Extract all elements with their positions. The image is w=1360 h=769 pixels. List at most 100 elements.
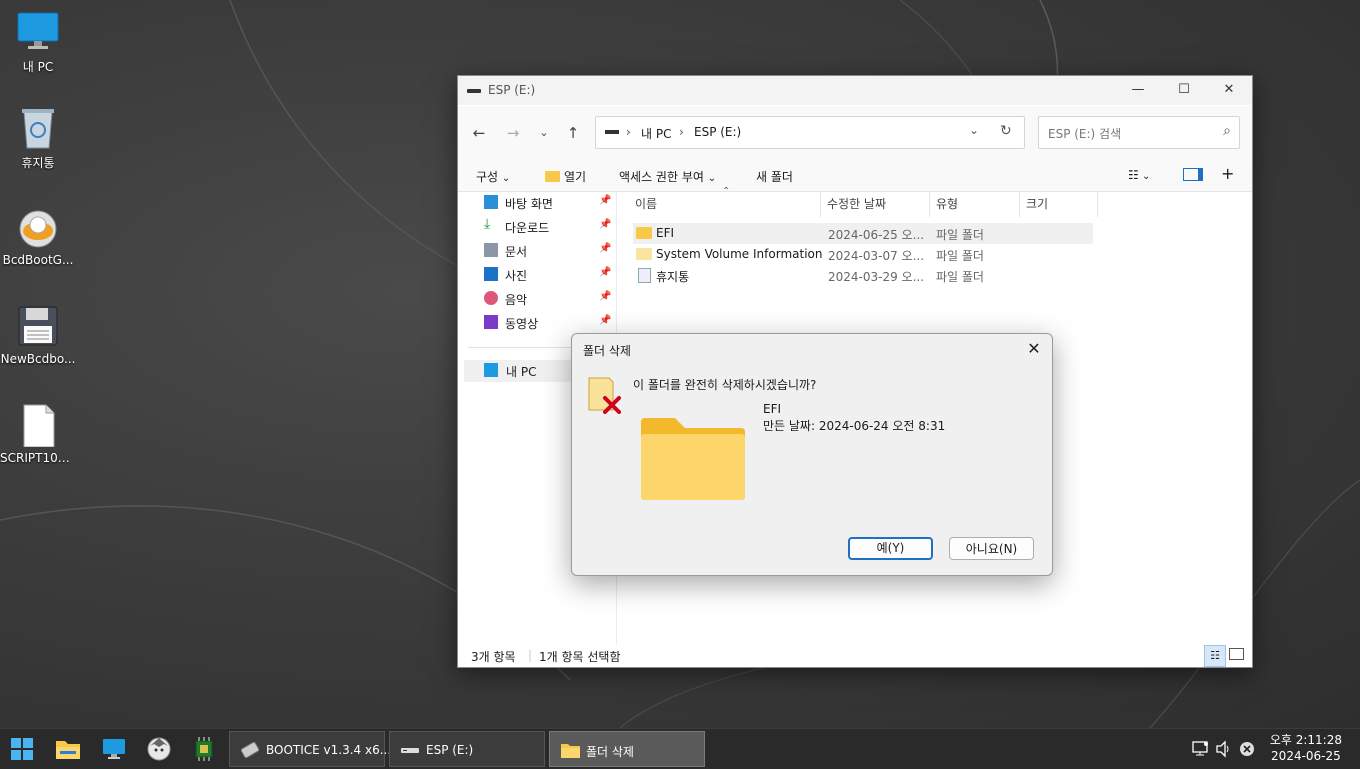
- desktop-icon: [484, 195, 498, 209]
- chevron-down-icon: ⌄: [1138, 171, 1151, 182]
- desktop-icon-script[interactable]: SCRIPT101...: [0, 403, 76, 465]
- close-button[interactable]: ✕: [1206, 76, 1252, 105]
- nav-item-label: 다운로드: [505, 221, 550, 235]
- command-bar: 구성 ⌄ 열기 액세스 권한 부여 ⌄ 새 폴더 ☷ ⌄ +: [458, 160, 1252, 192]
- clock-date: 2024-06-25: [1271, 749, 1341, 763]
- start-button[interactable]: [8, 735, 36, 763]
- drive-icon: [605, 130, 619, 134]
- taskbar-this-pc[interactable]: [100, 735, 128, 763]
- column-header-name[interactable]: 이름: [629, 192, 821, 217]
- recycle-bin-icon: [16, 106, 60, 150]
- nav-item-downloads[interactable]: ⤓ 다운로드 📌: [482, 216, 614, 238]
- taskbar-window-bootice[interactable]: BOOTICE v1.3.4 x6...: [229, 731, 391, 767]
- breadcrumb-separator-icon: ›: [626, 125, 631, 139]
- nav-item-label: 음악: [505, 293, 528, 307]
- taskbar-app-anime[interactable]: [145, 735, 173, 763]
- desktop-icon-bcdbootgui[interactable]: BcdBootG...: [0, 205, 76, 267]
- dialog-close-button[interactable]: ✕: [1022, 337, 1046, 361]
- column-header-modified[interactable]: 수정한 날짜: [821, 192, 930, 217]
- title-bar[interactable]: ESP (E:) — ☐ ✕: [458, 76, 1252, 105]
- chip-icon: [195, 737, 213, 761]
- status-bar: 3개 항목 | 1개 항목 선택함 ☷: [458, 644, 1252, 667]
- yes-button[interactable]: 예(Y): [848, 537, 933, 560]
- nav-item-documents[interactable]: 문서 📌: [482, 240, 614, 262]
- breadcrumb-separator-icon: ›: [679, 125, 684, 139]
- details-view-icon: ☷: [1128, 168, 1139, 182]
- nav-item-music[interactable]: 음악 📌: [482, 288, 614, 310]
- folder-icon: [56, 741, 80, 759]
- recent-locations-button[interactable]: ⌄: [533, 122, 555, 144]
- up-button[interactable]: ↑: [562, 122, 584, 144]
- taskbar-window-label: ESP (E:): [426, 743, 474, 757]
- selection-count: 1개 항목 선택함: [539, 650, 621, 664]
- file-type: 파일 폴더: [936, 228, 984, 242]
- floppy-disk-icon: [16, 304, 60, 348]
- delete-folder-dialog: 폴더 삭제 ✕ 이 폴더를 완전히 삭제하시겠습니까? EFI 만든 날짜: 2…: [571, 333, 1053, 576]
- file-row[interactable]: System Volume Information 2024-03-07 오..…: [633, 244, 1093, 265]
- close-icon: ✕: [1223, 82, 1235, 97]
- taskbar-app-chip[interactable]: [190, 735, 218, 763]
- disc-icon: [16, 205, 60, 249]
- breadcrumb-this-pc[interactable]: 내 PC: [641, 125, 671, 142]
- network-icon[interactable]: [1192, 740, 1210, 758]
- breadcrumb-current[interactable]: ESP (E:): [694, 125, 741, 139]
- clock[interactable]: 오후 2:11:28 2024-06-25: [1270, 732, 1342, 764]
- preview-pane-icon: [1183, 168, 1203, 181]
- recycle-bin-icon: [638, 268, 651, 283]
- no-button[interactable]: 아니요(N): [949, 537, 1034, 560]
- column-header-type[interactable]: 유형: [930, 192, 1020, 217]
- nav-item-pictures[interactable]: 사진 📌: [482, 264, 614, 286]
- video-icon: [484, 315, 498, 329]
- minimize-button[interactable]: —: [1115, 76, 1161, 105]
- new-folder-button[interactable]: 새 폴더: [756, 168, 793, 185]
- maximize-icon: ☐: [1178, 82, 1190, 97]
- file-row[interactable]: EFI 2024-06-25 오... 파일 폴더: [633, 223, 1093, 244]
- close-icon: ✕: [1027, 339, 1041, 358]
- column-header-size[interactable]: 크기: [1020, 192, 1098, 217]
- taskbar-window-delete-dialog[interactable]: 폴더 삭제: [549, 731, 705, 767]
- chevron-down-icon: ⌄: [501, 173, 511, 184]
- error-status-icon[interactable]: [1239, 741, 1255, 757]
- organize-label: 구성: [476, 170, 499, 184]
- arrow-left-icon: ←: [472, 124, 486, 142]
- chevron-down-icon: ⌄: [539, 126, 549, 139]
- drive-icon: [401, 748, 419, 753]
- nav-item-videos[interactable]: 동영상 📌: [482, 312, 614, 334]
- nav-item-label: 문서: [505, 245, 528, 259]
- preview-pane-button[interactable]: [1183, 168, 1203, 184]
- file-name: EFI: [656, 226, 675, 240]
- desktop-icon-recycle-bin[interactable]: 휴지통: [0, 106, 76, 171]
- search-box[interactable]: ESP (E:) 검색 ⌕: [1038, 116, 1240, 149]
- maximize-button[interactable]: ☐: [1161, 76, 1207, 105]
- view-options-button[interactable]: ☷ ⌄: [1128, 168, 1150, 182]
- details-view-toggle[interactable]: ☷: [1204, 645, 1226, 667]
- folder-open-icon: [545, 171, 560, 182]
- monitor-icon: [103, 739, 125, 759]
- pin-icon: 📌: [599, 195, 612, 206]
- desktop-icon-newbcdboot[interactable]: NewBcdbo...: [0, 304, 76, 366]
- taskbar-window-explorer[interactable]: ESP (E:): [389, 731, 545, 767]
- add-tab-button[interactable]: +: [1221, 164, 1234, 183]
- navigation-bar: ← → ⌄ ↑ › 내 PC › ESP (E:) ⌄ ↻ ESP (E:) 검…: [458, 106, 1252, 160]
- file-row[interactable]: 휴지통 2024-03-29 오... 파일 폴더: [633, 265, 1093, 286]
- open-button[interactable]: 열기: [545, 168, 586, 185]
- forward-button[interactable]: →: [502, 122, 524, 144]
- download-icon: ⤓: [484, 216, 491, 232]
- back-button[interactable]: ←: [468, 122, 490, 144]
- folder-icon: [641, 418, 745, 500]
- grant-access-button[interactable]: 액세스 권한 부여 ⌄: [619, 168, 716, 185]
- refresh-icon[interactable]: ↻: [1000, 123, 1012, 139]
- item-count: 3개 항목: [471, 650, 516, 664]
- taskbar-file-explorer[interactable]: [54, 735, 82, 763]
- volume-icon[interactable]: [1215, 740, 1233, 758]
- desktop-icon-this-pc[interactable]: 내 PC: [0, 10, 76, 75]
- address-bar[interactable]: › 내 PC › ESP (E:) ⌄ ↻: [595, 116, 1025, 149]
- nav-item-label: 동영상: [505, 317, 539, 331]
- nav-item-label: 내 PC: [506, 365, 537, 379]
- nav-item-desktop[interactable]: 바탕 화면 📌: [482, 192, 614, 214]
- pin-icon: 📌: [599, 243, 612, 254]
- large-icons-view-toggle[interactable]: [1229, 648, 1244, 660]
- address-dropdown-icon[interactable]: ⌄: [969, 123, 979, 137]
- pictures-icon: [484, 267, 498, 281]
- organize-button[interactable]: 구성 ⌄: [476, 168, 510, 185]
